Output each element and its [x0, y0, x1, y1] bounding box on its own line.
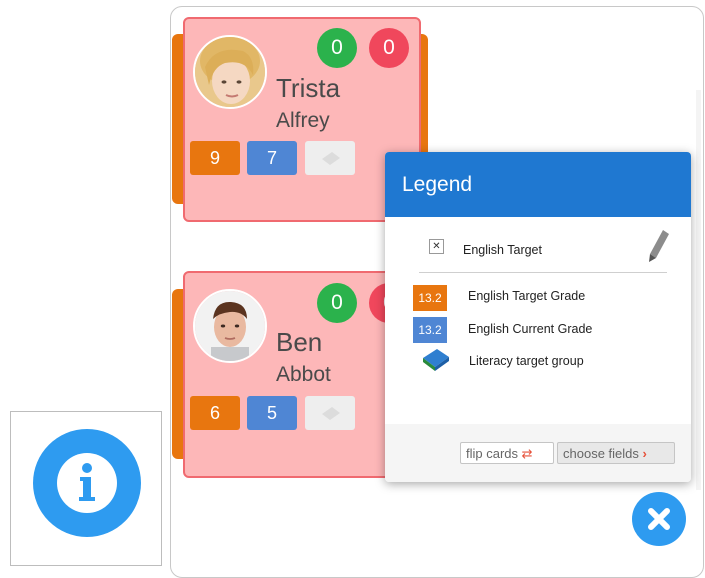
positive-points-badge[interactable]: 0 [317, 28, 357, 68]
student-avatar [193, 289, 267, 363]
legend-current-grade-chip: 13.2 [413, 317, 447, 343]
book-icon [322, 152, 340, 165]
pencil-icon[interactable] [647, 228, 671, 264]
literacy-group-chip [305, 396, 355, 430]
info-panel [10, 411, 162, 566]
info-button[interactable] [33, 429, 141, 537]
current-grade-chip: 7 [247, 141, 297, 175]
legend-current-grade-label: English Current Grade [468, 322, 593, 336]
legend-divider [419, 272, 667, 273]
negative-points-badge[interactable]: 0 [369, 28, 409, 68]
legend-title: Legend [385, 152, 691, 217]
choose-fields-label: choose fields [563, 446, 639, 461]
book-icon [322, 407, 340, 420]
student-first-name: Ben [276, 327, 323, 357]
legend-checkbox[interactable]: ✕ [429, 239, 444, 254]
info-icon [57, 453, 117, 513]
flip-cards-button[interactable]: flip cards ⇄ [460, 442, 554, 464]
legend-footer: flip cards ⇄ choose fields › [385, 424, 691, 482]
student-last-name: Alfrey [276, 109, 330, 132]
legend-popup: Legend ✕ English Target 13.2 English Tar… [385, 152, 691, 482]
close-icon [648, 508, 670, 530]
positive-points-badge[interactable]: 0 [317, 283, 357, 323]
choose-fields-button[interactable]: choose fields › [557, 442, 675, 464]
literacy-group-chip [305, 141, 355, 175]
scrollbar[interactable] [696, 90, 701, 490]
student-first-name: Trista [276, 73, 341, 103]
chevron-right-icon: › [642, 446, 647, 461]
swap-arrows-icon: ⇄ [521, 446, 533, 461]
student-last-name: Abbot [276, 363, 331, 386]
current-grade-chip: 5 [247, 396, 297, 430]
legend-target-grade-chip: 13.2 [413, 285, 447, 311]
close-button[interactable] [632, 492, 686, 546]
legend-target-grade-label: English Target Grade [468, 289, 586, 303]
target-grade-chip: 9 [190, 141, 240, 175]
flip-cards-label: flip cards [466, 446, 519, 461]
target-grade-chip: 6 [190, 396, 240, 430]
legend-literacy-group-label: Literacy target group [469, 354, 584, 368]
book-icon [423, 349, 449, 371]
legend-checkbox-label: English Target [463, 243, 542, 257]
student-avatar [193, 35, 267, 109]
